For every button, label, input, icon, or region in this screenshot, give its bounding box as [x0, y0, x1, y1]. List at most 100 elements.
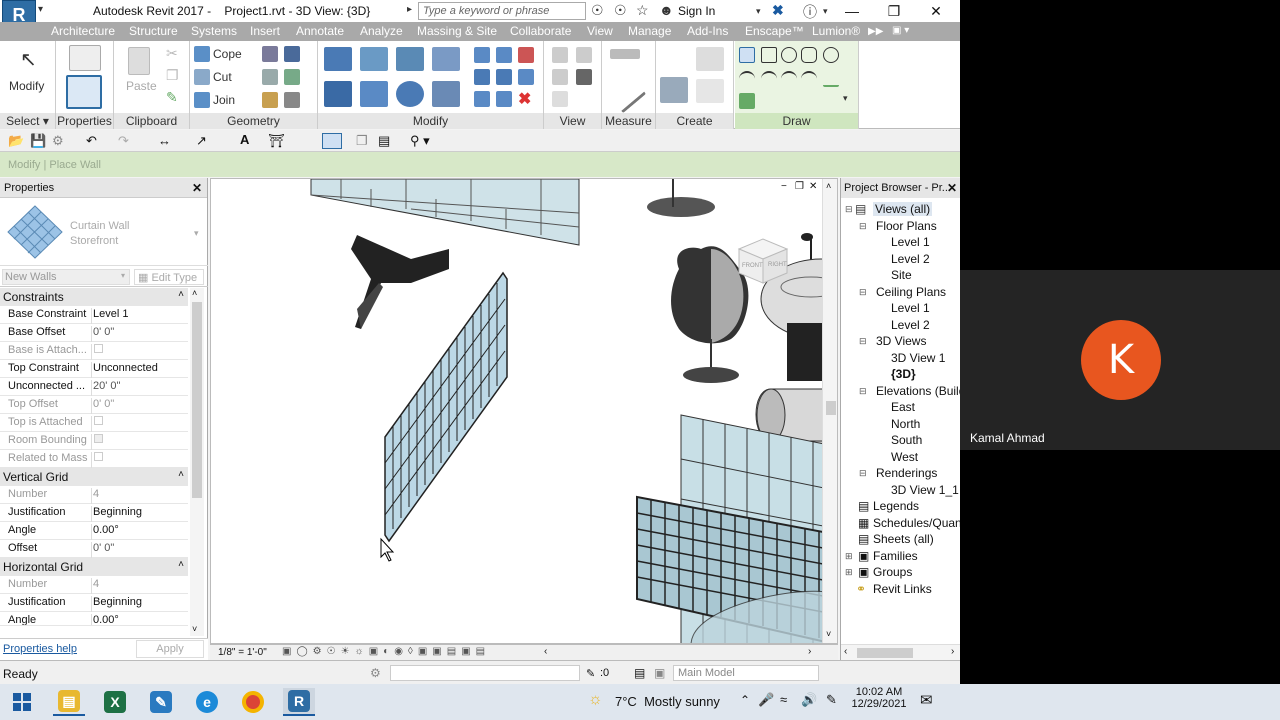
taskbar-revit[interactable]: R — [283, 688, 315, 716]
instance-filter-dropdown-icon[interactable]: ▾ — [121, 271, 125, 280]
ribbon-toggle-icon[interactable]: ▣ ▾ — [892, 25, 909, 36]
view-scroll-down-icon[interactable]: ˅ — [826, 629, 831, 639]
instance-filter-select[interactable]: New Walls — [2, 269, 130, 285]
hscroll-right-icon[interactable]: › — [808, 646, 811, 657]
move-icon[interactable] — [324, 81, 352, 107]
override-icon[interactable] — [576, 47, 592, 63]
cut-geometry-button[interactable]: Cut — [213, 70, 232, 84]
tab-systems[interactable]: Systems — [191, 24, 237, 38]
tree-item-west[interactable]: West — [891, 450, 918, 464]
start-button[interactable] — [6, 688, 38, 716]
tree-item-schedules[interactable]: Schedules/Quant — [873, 516, 960, 530]
stair-model[interactable] — [351, 235, 449, 329]
property-row[interactable]: Base is Attach... — [0, 342, 188, 360]
help-icon[interactable]: ⓘ — [803, 2, 817, 22]
view-scroll-thumb[interactable] — [826, 401, 836, 415]
demolish-icon[interactable] — [284, 69, 300, 85]
browser-scroll-right-icon[interactable]: › — [951, 646, 954, 657]
3d-view-qat-icon[interactable]: ⛩ — [268, 133, 285, 149]
weather-sun-icon[interactable]: ☼ — [588, 691, 603, 709]
tab-annotate[interactable]: Annotate — [296, 24, 344, 38]
tree-toggle-icon[interactable]: ⊟ — [859, 287, 867, 298]
tree-item-ceiling-plans[interactable]: Ceiling Plans — [876, 285, 946, 299]
property-value[interactable]: Level 1 — [91, 308, 187, 324]
property-value[interactable]: 4 — [91, 578, 187, 594]
scroll-down-icon[interactable]: ˅ — [192, 624, 197, 634]
browser-scroll-thumb[interactable] — [857, 648, 913, 658]
pick-faces-icon[interactable] — [739, 93, 755, 109]
editable-only-icon[interactable]: ✎ — [586, 667, 595, 680]
create-assembly-icon[interactable] — [660, 77, 688, 103]
property-row[interactable]: Unconnected ... 20' 0" — [0, 378, 188, 396]
arc-tangent-icon[interactable] — [781, 71, 797, 87]
taskbar-chrome[interactable] — [237, 688, 269, 716]
pick-lines-icon[interactable] — [823, 71, 839, 87]
pin-icon[interactable] — [518, 69, 534, 85]
view-restore-icon[interactable]: ❐ — [795, 181, 804, 192]
tab-add-ins[interactable]: Add-Ins — [687, 24, 728, 38]
tree-toggle-icon[interactable]: ⊟ — [845, 204, 853, 215]
masonry-wall[interactable] — [310, 179, 580, 246]
3d-viewport[interactable]: FRONT RIGHT − ❐ ✕ ˄ ˅ — [210, 178, 838, 644]
tree-toggle-icon[interactable]: ⊞ — [845, 567, 853, 578]
cut-geometry-icon[interactable] — [194, 69, 210, 85]
mirror-axis-icon[interactable] — [396, 47, 424, 71]
thin-lines-qat-icon[interactable] — [322, 133, 342, 149]
tree-toggle-icon[interactable]: ⊞ — [845, 551, 853, 562]
linework-icon[interactable] — [552, 69, 568, 85]
tab-architecture[interactable]: Architecture — [51, 24, 115, 38]
microphone-icon[interactable]: 🎤 — [758, 692, 774, 708]
property-row[interactable]: Related to Mass — [0, 450, 188, 468]
line-icon[interactable] — [739, 47, 755, 63]
tree-item-east[interactable]: East — [891, 400, 915, 414]
paste-button[interactable]: Paste — [126, 79, 157, 93]
viewcube-right-label[interactable]: RIGHT — [768, 262, 787, 268]
tree-toggle-icon[interactable]: ⊟ — [859, 468, 867, 479]
workset-select[interactable] — [390, 665, 580, 681]
property-checkbox[interactable] — [91, 344, 187, 360]
align-icon[interactable] — [324, 47, 352, 71]
tree-item-ceiling-level-1[interactable]: Level 1 — [891, 301, 930, 315]
paint-icon[interactable] — [284, 46, 300, 62]
tab-structure[interactable]: Structure — [129, 24, 178, 38]
view-minimize-icon[interactable]: − — [781, 181, 787, 192]
thin-lines-icon[interactable] — [576, 69, 592, 85]
wall-joins-icon[interactable] — [262, 69, 278, 85]
join-icon[interactable] — [194, 92, 210, 108]
mirror-draw-icon[interactable] — [432, 47, 460, 71]
collapse-chevron-icon[interactable]: ˄ — [178, 469, 184, 480]
hscroll-left-icon[interactable]: ‹ — [544, 646, 547, 657]
tree-item-south[interactable]: South — [891, 433, 922, 447]
favorites-star-icon[interactable]: ☆ — [636, 2, 649, 19]
create-parts-icon[interactable] — [696, 47, 724, 71]
help-dropdown-icon[interactable]: ▾ — [823, 6, 828, 17]
split-gap-icon[interactable] — [496, 47, 512, 63]
tree-toggle-icon[interactable]: ⊟ — [859, 221, 867, 232]
property-value[interactable]: 0.00° — [91, 614, 187, 625]
property-value[interactable]: 0' 0" — [91, 542, 187, 558]
tree-item-3d-view-1-1[interactable]: 3D View 1_1 — [891, 483, 959, 497]
type-properties-icon[interactable] — [69, 45, 101, 71]
edit-type-button[interactable]: ▦ Edit Type — [134, 269, 204, 285]
create-group-icon[interactable] — [696, 79, 724, 103]
worksharing-icon[interactable]: ⚙ — [370, 666, 381, 680]
scale-icon[interactable] — [496, 69, 512, 85]
tab-collaborate[interactable]: Collaborate — [510, 24, 571, 38]
minimize-button[interactable]: — — [832, 0, 872, 22]
open-icon[interactable]: 📂 — [8, 133, 24, 149]
tree-item-views-all[interactable]: Views (all) — [873, 202, 933, 216]
pen-workspace-icon[interactable]: ✎ — [826, 692, 837, 708]
arc-start-end-icon[interactable] — [739, 71, 755, 87]
apply-button[interactable]: Apply — [136, 640, 204, 658]
search-input[interactable]: Type a keyword or phrase — [418, 2, 586, 20]
property-value[interactable]: Beginning — [91, 506, 187, 522]
split-icon[interactable] — [474, 47, 490, 63]
tab-insert[interactable]: Insert — [250, 24, 280, 38]
exchange-apps-icon[interactable]: ✖ — [772, 2, 784, 19]
reveal-icon[interactable] — [552, 91, 568, 107]
paste-icon[interactable] — [128, 47, 150, 75]
copy-icon[interactable]: ❐ — [166, 67, 179, 84]
tab-lumion[interactable]: Lumion® — [812, 24, 860, 38]
viewcube-front-label[interactable]: FRONT — [742, 263, 763, 269]
property-row[interactable]: Angle 0.00° — [0, 612, 188, 626]
